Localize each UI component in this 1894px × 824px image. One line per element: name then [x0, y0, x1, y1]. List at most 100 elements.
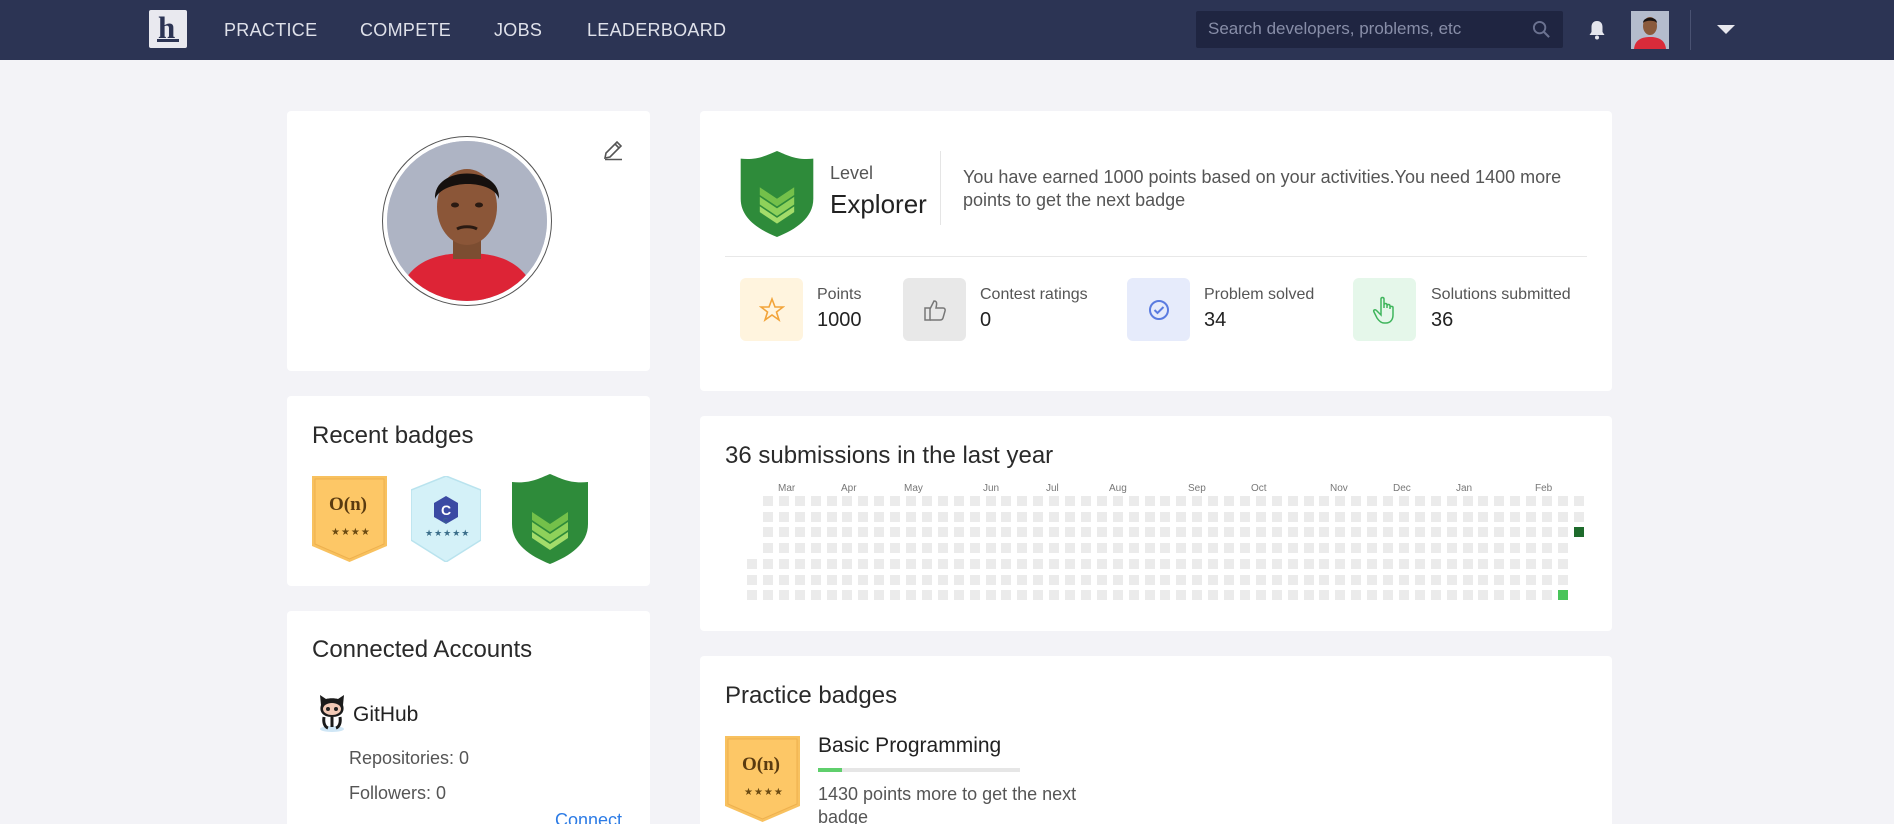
heatmap-cell: [1414, 543, 1425, 554]
heatmap-cell: [1335, 558, 1346, 569]
heatmap-cell: [1287, 543, 1298, 554]
heatmap-cell: [1208, 543, 1219, 554]
github-account-name: GitHub: [353, 703, 419, 726]
heatmap-cell: [1383, 543, 1393, 554]
heatmap-cell: [1510, 574, 1521, 585]
heatmap-cell: [1049, 511, 1060, 522]
nav-practice[interactable]: PRACTICE: [224, 20, 317, 41]
heatmap-cell: [969, 496, 980, 506]
nav-compete[interactable]: COMPETE: [360, 20, 451, 41]
edit-profile-icon[interactable]: [602, 139, 624, 161]
heatmap-month-label: Sep: [1188, 483, 1206, 494]
heatmap-cell: [1287, 527, 1298, 538]
github-connect-link[interactable]: Connect: [555, 810, 622, 824]
heatmap-cell: [1319, 511, 1330, 522]
big-o-badge-icon[interactable]: [312, 476, 387, 562]
hackerearth-logo[interactable]: h: [149, 10, 187, 48]
heatmap-cell: [1478, 558, 1489, 569]
heatmap-cell: [794, 590, 805, 601]
heatmap-cell: [1033, 543, 1044, 554]
heatmap-cell: [1112, 590, 1123, 601]
heatmap-cell: [1192, 558, 1203, 569]
heatmap-cell: [1033, 574, 1044, 585]
heatmap-cell: [1494, 527, 1505, 538]
heatmap-cell: [1335, 527, 1346, 538]
heatmap-cell: [1017, 590, 1028, 601]
profile-card: [287, 111, 650, 371]
heatmap-cell: [1526, 543, 1537, 554]
svg-text:C: C: [441, 502, 451, 518]
heatmap-cell: [953, 511, 964, 522]
heatmap-cell: [1208, 496, 1219, 506]
user-avatar[interactable]: [1631, 11, 1669, 49]
heatmap-cell: [1224, 543, 1234, 554]
heatmap-cell: [810, 527, 821, 538]
heatmap-cell: [1128, 511, 1139, 522]
heatmap-cell: [1255, 590, 1266, 601]
heatmap-cell: [1255, 511, 1266, 522]
heatmap-cell: [1049, 558, 1060, 569]
heatmap-cell: [1383, 574, 1393, 585]
heatmap-cell: [1414, 527, 1425, 538]
heatmap-cell: [1462, 543, 1473, 554]
heatmap-cell: [1462, 511, 1473, 522]
heatmap-month-label: Feb: [1535, 483, 1553, 494]
big-o-badge-text: O(n): [329, 494, 367, 515]
heatmap-cell: [1065, 527, 1075, 538]
practice-badges-card: Practice badges O(n) ★★★★ Basic Programm…: [700, 656, 1612, 824]
heatmap-cell: [969, 590, 980, 601]
nav-leaderboard[interactable]: LEADERBOARD: [587, 20, 726, 41]
heatmap-cell: [1049, 527, 1060, 538]
heatmap-cell: [1542, 496, 1552, 506]
heatmap-cell: [1096, 590, 1107, 601]
heatmap-cell: [969, 527, 980, 538]
heatmap-cell: [842, 496, 853, 506]
heatmap-cell: [1494, 574, 1505, 585]
heatmap-cell: [874, 511, 885, 522]
heatmap-cell: [1446, 511, 1457, 522]
heatmap-cell: [1144, 511, 1155, 522]
heatmap-cell: [1335, 511, 1346, 522]
top-navbar: h PRACTICE COMPETE JOBS LEADERBOARD: [0, 0, 1894, 60]
heatmap-cell: [1319, 558, 1330, 569]
notification-bell-icon[interactable]: [1588, 20, 1606, 40]
heatmap-cell: [1080, 590, 1091, 601]
heatmap-cell: [1096, 574, 1107, 585]
github-followers: Followers: 0: [349, 783, 447, 803]
connected-accounts-card: Connected Accounts GitHub Repositories: …: [287, 611, 650, 824]
heatmap-cell: [1239, 527, 1250, 538]
heatmap-month-label: Dec: [1393, 483, 1411, 494]
heatmap-cell: [937, 558, 948, 569]
recent-badges-title: Recent badges: [312, 422, 474, 449]
heatmap-cell: [969, 558, 980, 569]
heatmap-cell: [890, 574, 901, 585]
basic-programming-title[interactable]: Basic Programming: [818, 734, 1001, 758]
heatmap-cell-active: [1557, 590, 1568, 601]
heatmap-cell: [1430, 511, 1441, 522]
heatmap-cell: [1255, 558, 1266, 569]
search-icon[interactable]: [1532, 20, 1551, 39]
heatmap-cell: [1208, 511, 1219, 522]
nav-divider: [1690, 10, 1691, 50]
search-input[interactable]: [1208, 17, 1528, 41]
heatmap-cell: [1239, 558, 1250, 569]
heatmap-cell: [1192, 527, 1203, 538]
heatmap-cell: [1112, 511, 1123, 522]
heatmap-cell: [1065, 496, 1075, 506]
solutions-submitted-label: Solutions submitted: [1431, 286, 1571, 303]
heatmap-cell: [1224, 558, 1234, 569]
account-dropdown-caret[interactable]: [1717, 25, 1735, 34]
heatmap-cell: [1335, 574, 1346, 585]
heatmap-cell: [794, 558, 805, 569]
heatmap-cell: [1224, 511, 1234, 522]
nav-jobs[interactable]: JOBS: [494, 20, 542, 41]
heatmap-cell: [1160, 590, 1171, 601]
heatmap-cell: [1303, 558, 1314, 569]
heatmap-cell: [1478, 496, 1489, 506]
explorer-badge-icon[interactable]: [510, 474, 590, 564]
heatmap-cell: [1367, 543, 1378, 554]
heatmap-cell: [1033, 511, 1044, 522]
heatmap-cell: [1112, 574, 1123, 585]
heatmap-cell: [778, 543, 789, 554]
heatmap-cell: [1478, 574, 1489, 585]
